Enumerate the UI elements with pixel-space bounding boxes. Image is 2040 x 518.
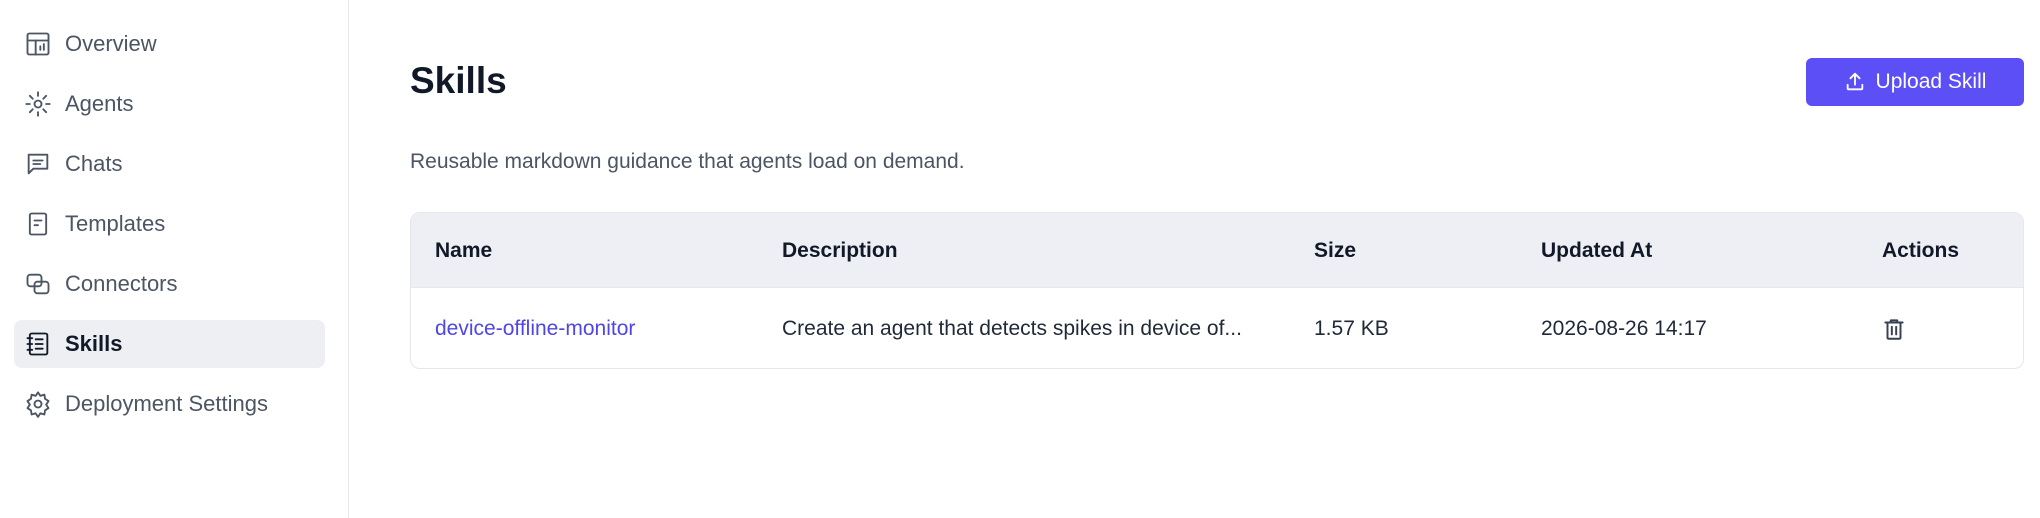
- sidebar-item-skills[interactable]: Skills: [14, 320, 325, 368]
- gear-icon: [23, 389, 53, 419]
- sidebar-item-chats[interactable]: Chats: [14, 140, 325, 188]
- column-header-updated-at[interactable]: Updated At: [1541, 213, 1652, 288]
- page-title: Skills: [410, 60, 507, 101]
- sidebar-item-label: Agents: [65, 91, 134, 116]
- chat-icon: [23, 149, 53, 179]
- page-subtitle: Reusable markdown guidance that agents l…: [410, 150, 965, 173]
- skill-size: 1.57 KB: [1314, 317, 1389, 340]
- sidebar-item-agents[interactable]: Agents: [14, 80, 325, 128]
- sidebar-item-overview[interactable]: Overview: [14, 20, 325, 68]
- skills-icon: [23, 329, 53, 359]
- skill-updated-at: 2026-08-26 14:17: [1541, 317, 1707, 340]
- sidebar-item-label: Templates: [65, 211, 166, 236]
- connectors-icon: [23, 269, 53, 299]
- sidebar-item-label: Connectors: [65, 271, 178, 296]
- column-header-name[interactable]: Name: [435, 213, 492, 288]
- sidebar-item-connectors[interactable]: Connectors: [14, 260, 325, 308]
- sidebar-item-label: Skills: [65, 331, 123, 356]
- sidebar: Overview Agents Chats Templates Connecto…: [0, 0, 349, 518]
- column-header-size[interactable]: Size: [1314, 213, 1356, 288]
- skill-description: Create an agent that detects spikes in d…: [782, 317, 1242, 340]
- column-header-actions: Actions: [1882, 239, 1960, 262]
- sidebar-item-label: Deployment Settings: [65, 391, 268, 416]
- table-header: Name Description Size Updated At Actions: [411, 213, 2023, 288]
- sidebar-item-label: Chats: [65, 151, 123, 176]
- table-row: device-offline-monitor Create an agent t…: [411, 288, 2023, 368]
- skill-name-link[interactable]: device-offline-monitor: [435, 288, 635, 368]
- agents-icon: [23, 89, 53, 119]
- dashboard-icon: [23, 29, 53, 59]
- skills-table: Name Description Size Updated At Actions…: [410, 212, 2024, 369]
- template-icon: [23, 209, 53, 239]
- column-header-description[interactable]: Description: [782, 213, 898, 288]
- upload-skill-label: Upload Skill: [1875, 70, 1987, 93]
- upload-icon: [1846, 72, 1863, 91]
- upload-skill-button[interactable]: Upload Skill: [1806, 58, 2024, 106]
- sidebar-item-label: Overview: [65, 31, 157, 56]
- main-content: Skills Upload Skill Reusable markdown gu…: [350, 0, 2040, 518]
- sidebar-item-deployment-settings[interactable]: Deployment Settings: [14, 380, 325, 428]
- sidebar-item-templates[interactable]: Templates: [14, 200, 325, 248]
- trash-icon[interactable]: [1881, 316, 1907, 342]
